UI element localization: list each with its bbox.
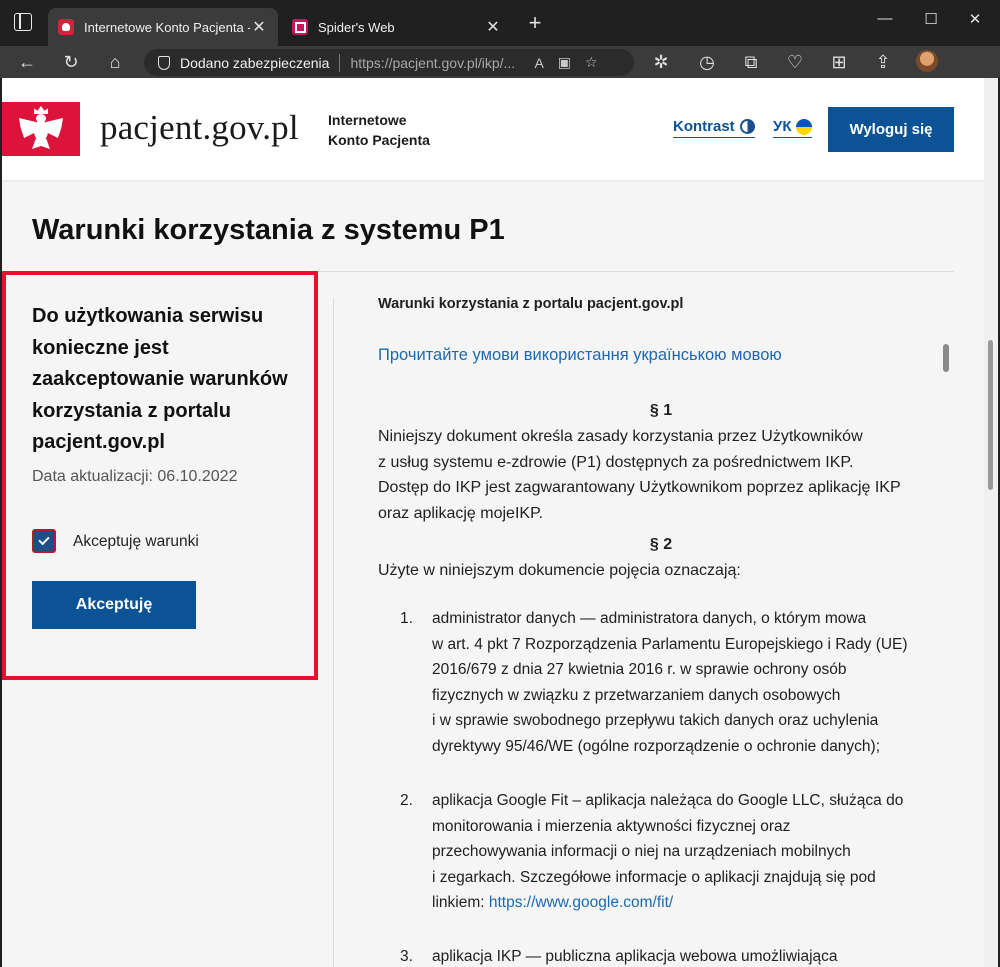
tab-title: Internetowe Konto Pacjenta - Wa: [84, 19, 250, 35]
language-switch[interactable]: УК: [773, 118, 812, 138]
text-line: i zegarkach. Szczegółowe informacje o ap…: [432, 868, 876, 886]
profile-avatar[interactable]: [916, 50, 938, 72]
tab-ikp[interactable]: Internetowe Konto Pacjenta - Wa ✕: [48, 8, 278, 46]
tab-title: Spider's Web: [318, 19, 395, 35]
page-scrollbar-track[interactable]: [984, 78, 998, 967]
browser-tabbar: Internetowe Konto Pacjenta - Wa ✕ Spider…: [0, 0, 1000, 46]
read-aloud-icon[interactable]: A: [534, 55, 543, 71]
list-text: aplikacja Google Fit – aplikacja należąc…: [432, 788, 942, 916]
panel-heading: Do użytkowania serwisu konieczne jest za…: [32, 305, 288, 453]
text-line: dyrektywy 95/46/WE (ogólne rozporządzeni…: [432, 737, 881, 755]
ukraine-flag-icon: [795, 118, 812, 135]
text-line: monitorowania i mierzenia aktywności fiz…: [432, 817, 791, 835]
back-icon[interactable]: ←: [14, 50, 40, 74]
text-line: aplikacja Google Fit – aplikacja należąc…: [432, 792, 904, 809]
collections-icon[interactable]: ⊞: [826, 50, 852, 74]
page-viewport: pacjent.gov.pl Internetowe Konto Pacjent…: [2, 78, 984, 967]
brand-subtitle-line1: Internetowe: [328, 112, 407, 128]
share-icon[interactable]: ⇪: [870, 50, 896, 74]
close-icon[interactable]: ✕: [484, 17, 502, 37]
list-number: 2.: [400, 792, 413, 809]
text-line: przechowywania informacji o niej na urzą…: [432, 843, 851, 860]
paragraph-2-title: § 2: [649, 536, 673, 553]
list-text: administrator danych — administratora da…: [432, 606, 942, 759]
text-line: oraz aplikację mojeIKP.: [378, 504, 544, 522]
text-line: i w sprawie swobodnego przepływu takich …: [432, 712, 879, 729]
text-line: aplikacja IKP — publiczna aplikacja webo…: [432, 948, 838, 965]
new-tab-icon[interactable]: +: [522, 10, 548, 36]
polish-emblem-logo[interactable]: [2, 102, 80, 156]
maximize-icon[interactable]: ☐: [916, 10, 946, 28]
terms-content[interactable]: Warunki korzystania z portalu pacjent.go…: [378, 296, 944, 965]
refresh-icon[interactable]: ↻: [58, 50, 84, 74]
home-icon[interactable]: ⌂: [102, 50, 128, 74]
accept-terms-label[interactable]: Akceptuję warunki: [73, 533, 199, 551]
contrast-toggle[interactable]: Kontrast: [673, 118, 755, 138]
security-label: Dodano zabezpieczenia: [180, 54, 330, 71]
text-line: fizycznych w związku z przetwarzaniem da…: [432, 686, 841, 704]
brand-name[interactable]: pacjent.gov.pl: [100, 108, 299, 148]
shield-icon: [158, 55, 170, 70]
divider: [339, 53, 341, 72]
favorite-star-icon[interactable]: ☆: [585, 54, 598, 71]
text-line: z usług systemu e-zdrowie (P1) dostępnyc…: [378, 453, 854, 471]
window-close-icon[interactable]: ✕: [960, 10, 990, 28]
paragraph-2-text: Użyte w niniejszym dokumencie pojęcia oz…: [378, 562, 741, 579]
ukrainian-terms-link[interactable]: Прочитайте умови використання українсько…: [378, 346, 782, 365]
tab-actions-icon[interactable]: [14, 13, 32, 31]
text-line: administrator danych — administratora da…: [432, 610, 867, 627]
text-line: linkiem: https://www.google.com/fit/: [432, 890, 942, 916]
screenshot-icon[interactable]: ⧉: [738, 50, 764, 74]
tab-spiders-web[interactable]: Spider's Web ✕: [282, 8, 512, 46]
gov-favicon-icon: [58, 19, 74, 35]
divider: [333, 298, 334, 967]
accept-button[interactable]: Akceptuję: [32, 581, 196, 629]
brand-subtitle-line2: Konto Pacjenta: [328, 132, 430, 148]
close-icon[interactable]: ✕: [250, 17, 268, 37]
google-fit-link[interactable]: https://www.google.com/fit/: [489, 894, 673, 911]
text-line: w art. 4 pkt 7 Rozporządzenia Parlamentu…: [432, 635, 908, 653]
white-eagle-icon: [19, 106, 63, 152]
link-prefix: linkiem:: [432, 894, 489, 911]
paragraph-1-text: Niniejszy dokument określa zasady korzys…: [378, 424, 944, 526]
extensions-icon[interactable]: ✲: [648, 50, 674, 74]
page-scrollbar-thumb[interactable]: [988, 340, 993, 490]
url-text[interactable]: https://pacjent.gov.pl/ikp/...: [350, 55, 520, 71]
address-bar[interactable]: Dodano zabezpieczenia https://pacjent.go…: [144, 49, 634, 76]
spiders-web-favicon-icon: [292, 19, 308, 35]
site-header: pacjent.gov.pl Internetowe Konto Pacjent…: [2, 78, 984, 180]
text-line: Dostęp do IKP jest zagwarantowany Użytko…: [378, 479, 901, 496]
contrast-icon: [739, 119, 755, 134]
brand-subtitle: Internetowe Konto Pacjenta: [328, 110, 430, 150]
browser-toolbar: ← ↻ ⌂ Dodano zabezpieczenia https://pacj…: [0, 46, 1000, 78]
list-number: 3.: [400, 948, 413, 965]
browser-essentials-icon[interactable]: ♡: [782, 50, 808, 74]
text-line: Niniejszy dokument określa zasady korzys…: [378, 428, 863, 445]
contrast-label: Kontrast: [673, 118, 735, 135]
paragraph-1-title: § 1: [649, 402, 673, 419]
list-number: 1.: [400, 610, 413, 627]
acceptance-panel: Do użytkowania serwisu konieczne jest za…: [2, 271, 318, 680]
update-date: Data aktualizacji: 06.10.2022: [32, 468, 238, 485]
list-text: aplikacja IKP — publiczna aplikacja webo…: [432, 944, 942, 967]
minimize-icon[interactable]: —: [870, 10, 900, 27]
page-title: Warunki korzystania z systemu P1: [32, 214, 505, 246]
logout-button[interactable]: Wyloguj się: [828, 107, 954, 152]
history-icon[interactable]: ◷: [694, 50, 720, 74]
accept-terms-checkbox[interactable]: [32, 529, 56, 553]
text-line: 2016/679 z dnia 27 kwietnia 2016 r. w sp…: [432, 661, 847, 678]
terms-heading: Warunki korzystania z portalu pacjent.go…: [378, 296, 684, 312]
app-available-icon[interactable]: ▣: [558, 54, 571, 71]
language-label: УК: [773, 118, 792, 135]
terms-scrollbar[interactable]: [943, 344, 949, 372]
